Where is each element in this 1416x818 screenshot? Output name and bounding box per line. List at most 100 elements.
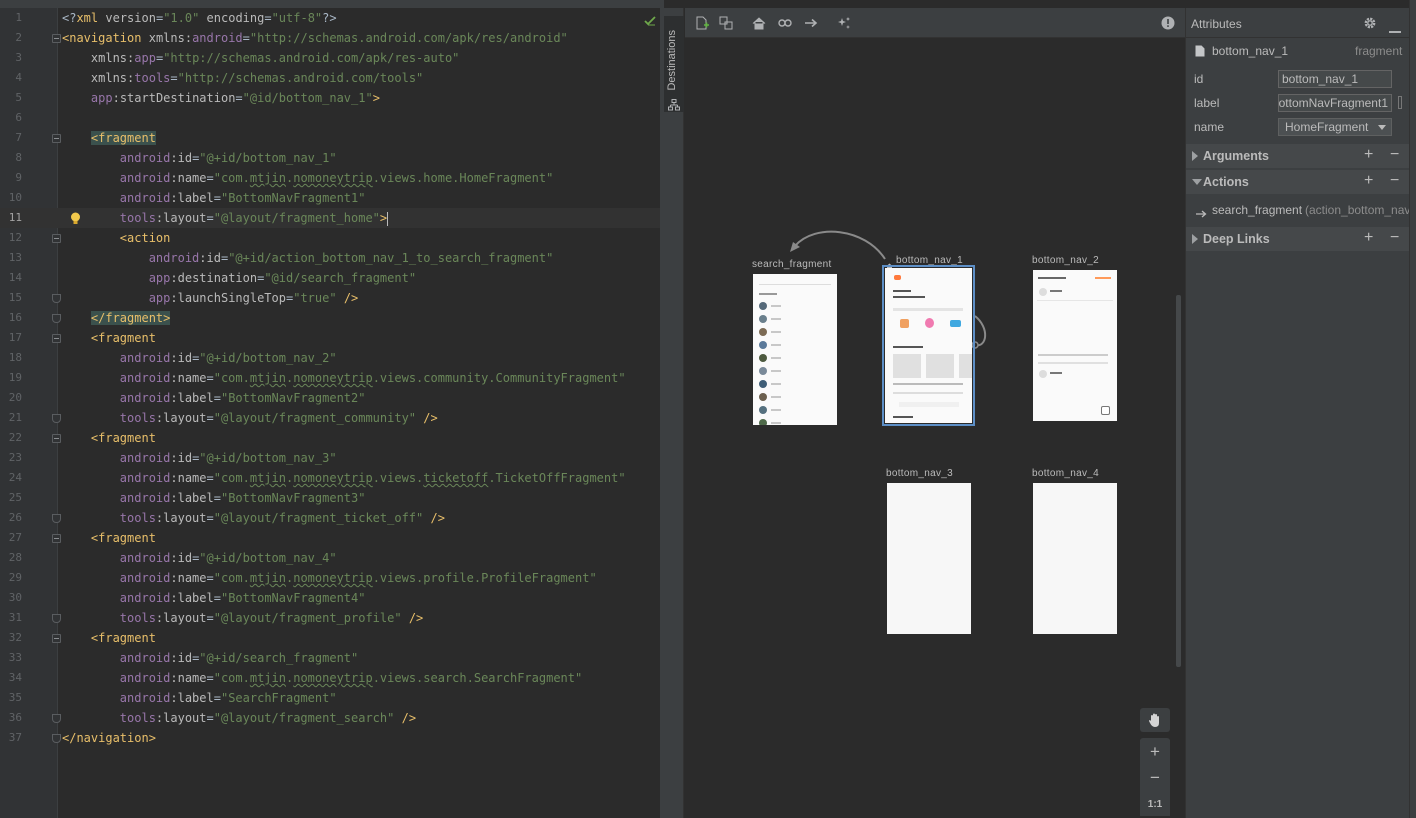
- destination-bottom-nav-4[interactable]: [1033, 483, 1117, 634]
- code-line[interactable]: 2 <navigation xmlns:android="http://schem…: [0, 28, 660, 48]
- section-deep-links[interactable]: Deep Links + −: [1186, 227, 1410, 251]
- label-field[interactable]: BottomNavFragment1: [1278, 94, 1392, 112]
- code-line[interactable]: 28 android:id="@+id/bottom_nav_4": [0, 548, 660, 568]
- code-line[interactable]: 7 <fragment: [0, 128, 660, 148]
- label-field-resource-picker[interactable]: [1398, 96, 1402, 109]
- destination-bottom-nav-3[interactable]: [887, 483, 971, 634]
- tab-destinations[interactable]: Destinations: [664, 16, 684, 112]
- code-line[interactable]: 1 <?xml version="1.0" encoding="utf-8"?>: [0, 8, 660, 28]
- create-nested-graph-icon[interactable]: [717, 15, 735, 31]
- code-line[interactable]: 31 tools:layout="@layout/fragment_profil…: [0, 608, 660, 628]
- add-deep-link-icon[interactable]: [776, 15, 794, 31]
- fold-marker-icon[interactable]: [52, 434, 61, 443]
- fold-marker-icon[interactable]: [52, 134, 61, 143]
- code-text: android:id="@+id/bottom_nav_2": [119, 351, 337, 365]
- issues-icon[interactable]: [1159, 15, 1177, 31]
- code-line[interactable]: 19 android:name="com.mtjin.nomoneytrip.v…: [0, 368, 660, 388]
- xml-editor[interactable]: 1 <?xml version="1.0" encoding="utf-8"?> 2…: [0, 0, 660, 818]
- fold-marker-icon[interactable]: [52, 234, 61, 243]
- line-number: 14: [8, 271, 22, 284]
- minimize-icon[interactable]: [1389, 21, 1401, 39]
- destination-label-bottom-nav-3: bottom_nav_3: [886, 468, 953, 479]
- navigation-graph-editor: search_fragment bottom_nav_1 bottom_nav_…: [685, 8, 1185, 818]
- fold-marker-icon[interactable]: [52, 414, 61, 423]
- code-line[interactable]: 11 tools:layout="@layout/fragment_home">: [0, 208, 660, 228]
- code-line[interactable]: 30 android:label="BottomNavFragment4": [0, 588, 660, 608]
- canvas-scrollbar[interactable]: [1176, 295, 1181, 667]
- code-line[interactable]: 13 android:id="@+id/action_bottom_nav_1_…: [0, 248, 660, 268]
- code-lines[interactable]: 1 <?xml version="1.0" encoding="utf-8"?> 2…: [0, 8, 660, 748]
- code-line[interactable]: 32 <fragment: [0, 628, 660, 648]
- fold-marker-icon[interactable]: [52, 294, 61, 303]
- code-line[interactable]: 8 android:id="@+id/bottom_nav_1": [0, 148, 660, 168]
- code-line[interactable]: 12 <action: [0, 228, 660, 248]
- code-line[interactable]: 23 android:id="@+id/bottom_nav_3": [0, 448, 660, 468]
- code-line[interactable]: 4 xmlns:tools="http://schemas.android.co…: [0, 68, 660, 88]
- add-deep-link-button[interactable]: +: [1364, 230, 1373, 246]
- code-line[interactable]: 5 app:startDestination="@id/bottom_nav_1…: [0, 88, 660, 108]
- code-text: <navigation xmlns:android="http://schema…: [62, 31, 568, 45]
- code-line[interactable]: 20 android:label="BottomNavFragment2": [0, 388, 660, 408]
- section-actions[interactable]: Actions + −: [1186, 170, 1410, 194]
- code-text: tools:layout="@layout/fragment_home">: [119, 211, 389, 226]
- remove-deep-link-button[interactable]: −: [1390, 230, 1399, 246]
- fold-marker-icon[interactable]: [52, 714, 61, 723]
- auto-arrange-icon[interactable]: [835, 15, 853, 31]
- inspection-ok-icon[interactable]: [644, 11, 656, 30]
- code-line[interactable]: 3 xmlns:app="http://schemas.android.com/…: [0, 48, 660, 68]
- code-line[interactable]: 16 </fragment>: [0, 308, 660, 328]
- add-action-button[interactable]: +: [1364, 173, 1373, 189]
- new-destination-icon[interactable]: [693, 15, 711, 31]
- remove-argument-button[interactable]: −: [1390, 147, 1399, 163]
- add-argument-button[interactable]: +: [1364, 147, 1373, 163]
- fold-marker-icon[interactable]: [52, 314, 61, 323]
- section-arguments[interactable]: Arguments + −: [1186, 144, 1410, 168]
- graph-canvas[interactable]: search_fragment bottom_nav_1 bottom_nav_…: [685, 38, 1185, 818]
- fold-marker-icon[interactable]: [52, 34, 61, 43]
- fold-marker-icon[interactable]: [52, 614, 61, 623]
- code-line[interactable]: 6: [0, 108, 660, 128]
- zoom-out-button[interactable]: −: [1140, 766, 1170, 790]
- code-line[interactable]: 29 android:name="com.mtjin.nomoneytrip.v…: [0, 568, 660, 588]
- code-line[interactable]: 17 <fragment: [0, 328, 660, 348]
- fold-marker-icon[interactable]: [52, 334, 61, 343]
- fold-marker-icon[interactable]: [52, 534, 61, 543]
- zoom-in-button[interactable]: +: [1140, 740, 1170, 764]
- code-line[interactable]: 14 app:destination="@id/search_fragment": [0, 268, 660, 288]
- fold-marker-icon[interactable]: [52, 734, 61, 743]
- destinations-tab-label: Destinations: [666, 30, 678, 91]
- collapse-arrow-icon: [1192, 179, 1202, 185]
- action-list-item[interactable]: search_fragment (action_bottom_nav: [1186, 202, 1410, 220]
- code-line[interactable]: 15 app:launchSingleTop="true" />: [0, 288, 660, 308]
- code-line[interactable]: 25 android:label="BottomNavFragment3": [0, 488, 660, 508]
- code-line[interactable]: 35 android:label="SearchFragment": [0, 688, 660, 708]
- fold-marker-icon[interactable]: [52, 514, 61, 523]
- code-line[interactable]: 27 <fragment: [0, 528, 660, 548]
- destination-label-bottom-nav-2: bottom_nav_2: [1032, 255, 1099, 266]
- code-line[interactable]: 26 tools:layout="@layout/fragment_ticket…: [0, 508, 660, 528]
- pan-hand-button[interactable]: [1140, 708, 1170, 732]
- line-number: 5: [15, 91, 22, 104]
- assign-start-destination-icon[interactable]: [750, 15, 768, 31]
- remove-action-button[interactable]: −: [1390, 173, 1399, 189]
- code-line[interactable]: 24 android:name="com.mtjin.nomoneytrip.v…: [0, 468, 660, 488]
- destination-bottom-nav-2[interactable]: [1033, 270, 1117, 421]
- line-number: 32: [8, 631, 22, 644]
- destination-search-fragment[interactable]: [753, 274, 837, 425]
- code-line[interactable]: 9 android:name="com.mtjin.nomoneytrip.vi…: [0, 168, 660, 188]
- code-line[interactable]: 22 <fragment: [0, 428, 660, 448]
- add-action-icon[interactable]: [802, 15, 820, 31]
- name-dropdown[interactable]: HomeFragment: [1278, 118, 1392, 136]
- code-line[interactable]: 18 android:id="@+id/bottom_nav_2": [0, 348, 660, 368]
- code-line[interactable]: 10 android:label="BottomNavFragment1": [0, 188, 660, 208]
- gear-icon[interactable]: [1363, 16, 1377, 35]
- fold-marker-icon[interactable]: [52, 634, 61, 643]
- code-line[interactable]: 37 </navigation>: [0, 728, 660, 748]
- code-line[interactable]: 21 tools:layout="@layout/fragment_commun…: [0, 408, 660, 428]
- code-line[interactable]: 36 tools:layout="@layout/fragment_search…: [0, 708, 660, 728]
- zoom-actual-size-button[interactable]: 1:1: [1140, 792, 1170, 816]
- code-line[interactable]: 34 android:name="com.mtjin.nomoneytrip.v…: [0, 668, 660, 688]
- code-line[interactable]: 33 android:id="@+id/search_fragment": [0, 648, 660, 668]
- id-field[interactable]: bottom_nav_1: [1278, 70, 1392, 88]
- destination-bottom-nav-1[interactable]: [882, 265, 975, 426]
